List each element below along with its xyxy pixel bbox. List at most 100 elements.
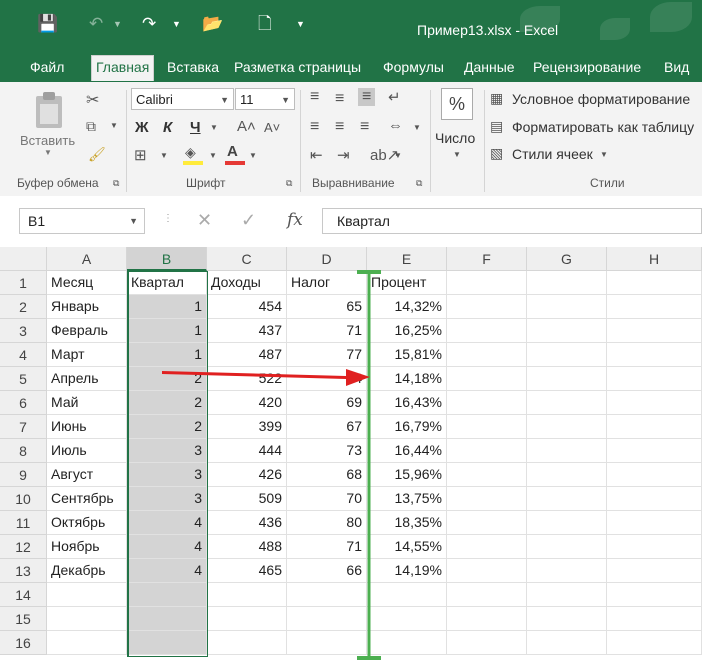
column-header-g[interactable]: G	[527, 247, 607, 271]
cell-g14[interactable]	[527, 583, 607, 607]
row-header-1[interactable]: 1	[0, 271, 47, 295]
cell-g5[interactable]	[527, 367, 607, 391]
cell-b10[interactable]: 3	[127, 487, 207, 511]
cell-h1[interactable]	[607, 271, 702, 295]
decrease-indent-icon[interactable]: ⇤	[310, 146, 323, 164]
cell-f1[interactable]	[447, 271, 527, 295]
column-header-f[interactable]: F	[447, 247, 527, 271]
cell-e4[interactable]: 15,81%	[367, 343, 447, 367]
cell-a12[interactable]: Ноябрь	[47, 535, 127, 559]
clipboard-dialog-launcher-icon[interactable]: ⧉	[113, 178, 119, 189]
align-right-icon[interactable]: ≡	[360, 118, 369, 136]
cell-g16[interactable]	[527, 631, 607, 655]
row-header-5[interactable]: 5	[0, 367, 47, 391]
font-color-dropdown-icon[interactable]: ▼	[249, 151, 257, 160]
cell-d13[interactable]: 66	[287, 559, 367, 583]
cell-g1[interactable]	[527, 271, 607, 295]
tab-file[interactable]: Файл	[30, 59, 64, 75]
cell-g15[interactable]	[527, 607, 607, 631]
cell-c15[interactable]	[207, 607, 287, 631]
cell-f6[interactable]	[447, 391, 527, 415]
increase-font-icon[interactable]: A˄	[237, 118, 256, 135]
cell-b5[interactable]: 2	[127, 367, 207, 391]
row-header-10[interactable]: 10	[0, 487, 47, 511]
row-header-4[interactable]: 4	[0, 343, 47, 367]
column-header-c[interactable]: C	[207, 247, 287, 271]
row-header-12[interactable]: 12	[0, 535, 47, 559]
cell-a16[interactable]	[47, 631, 127, 655]
row-header-8[interactable]: 8	[0, 439, 47, 463]
cell-e13[interactable]: 14,19%	[367, 559, 447, 583]
cell-e2[interactable]: 14,32%	[367, 295, 447, 319]
underline-button[interactable]: Ч	[190, 119, 201, 136]
cell-h2[interactable]	[607, 295, 702, 319]
row-header-9[interactable]: 9	[0, 463, 47, 487]
cell-d3[interactable]: 71	[287, 319, 367, 343]
undo-icon[interactable]: ↶	[89, 14, 103, 34]
cell-a8[interactable]: Июль	[47, 439, 127, 463]
cell-b6[interactable]: 2	[127, 391, 207, 415]
quick-access-customize-icon[interactable]: ▼	[296, 14, 305, 34]
cell-g3[interactable]	[527, 319, 607, 343]
cell-a1[interactable]: Месяц	[47, 271, 127, 295]
cell-b11[interactable]: 4	[127, 511, 207, 535]
cell-d12[interactable]: 71	[287, 535, 367, 559]
cell-g8[interactable]	[527, 439, 607, 463]
cell-d7[interactable]: 67	[287, 415, 367, 439]
increase-indent-icon[interactable]: ⇥	[337, 146, 350, 164]
cell-f15[interactable]	[447, 607, 527, 631]
cell-d4[interactable]: 77	[287, 343, 367, 367]
open-folder-icon[interactable]: 📂	[202, 14, 223, 34]
cell-c10[interactable]: 509	[207, 487, 287, 511]
row-header-14[interactable]: 14	[0, 583, 47, 607]
cell-b1[interactable]: Квартал	[127, 271, 207, 295]
cell-f11[interactable]	[447, 511, 527, 535]
cell-h13[interactable]	[607, 559, 702, 583]
cell-f9[interactable]	[447, 463, 527, 487]
row-header-11[interactable]: 11	[0, 511, 47, 535]
cell-a9[interactable]: Август	[47, 463, 127, 487]
merge-center-icon[interactable]: ⇔	[388, 117, 403, 134]
tab-insert[interactable]: Вставка	[167, 59, 219, 75]
row-header-15[interactable]: 15	[0, 607, 47, 631]
cell-h6[interactable]	[607, 391, 702, 415]
cell-e6[interactable]: 16,43%	[367, 391, 447, 415]
cell-e16[interactable]	[367, 631, 447, 655]
cell-d14[interactable]	[287, 583, 367, 607]
cell-d6[interactable]: 69	[287, 391, 367, 415]
align-center-icon[interactable]: ≡	[335, 118, 344, 136]
align-top-icon[interactable]: ≡	[310, 88, 319, 106]
cell-c3[interactable]: 437	[207, 319, 287, 343]
cell-g2[interactable]	[527, 295, 607, 319]
wrap-text-icon[interactable]: ↵	[388, 88, 401, 106]
cell-f12[interactable]	[447, 535, 527, 559]
conditional-formatting-button[interactable]: ▦ Условное форматирование	[490, 88, 702, 110]
row-header-3[interactable]: 3	[0, 319, 47, 343]
save-icon[interactable]: 💾	[37, 14, 58, 34]
cell-g7[interactable]	[527, 415, 607, 439]
name-box[interactable]: B1 ▼	[19, 208, 145, 234]
cell-c14[interactable]	[207, 583, 287, 607]
cell-a4[interactable]: Март	[47, 343, 127, 367]
cell-c13[interactable]: 465	[207, 559, 287, 583]
underline-dropdown-icon[interactable]: ▼	[210, 123, 218, 132]
cell-d15[interactable]	[287, 607, 367, 631]
cell-a2[interactable]: Январь	[47, 295, 127, 319]
cell-b9[interactable]: 3	[127, 463, 207, 487]
font-name-combo[interactable]: Calibri ▼	[131, 88, 234, 110]
column-header-e[interactable]: E	[367, 247, 447, 271]
cell-c1[interactable]: Доходы	[207, 271, 287, 295]
cell-g11[interactable]	[527, 511, 607, 535]
font-color-icon[interactable]: A	[224, 143, 246, 166]
cell-f14[interactable]	[447, 583, 527, 607]
copy-dropdown-icon[interactable]: ▼	[110, 121, 118, 130]
format-as-table-button[interactable]: ▤ Форматировать как таблицу	[490, 116, 702, 138]
cell-e14[interactable]	[367, 583, 447, 607]
undo-dropdown-icon[interactable]: ▼	[113, 14, 122, 34]
cell-d16[interactable]	[287, 631, 367, 655]
cell-e7[interactable]: 16,79%	[367, 415, 447, 439]
alignment-dialog-launcher-icon[interactable]: ⧉	[416, 178, 422, 189]
cell-b14[interactable]	[127, 583, 207, 607]
cell-h14[interactable]	[607, 583, 702, 607]
cell-d11[interactable]: 80	[287, 511, 367, 535]
